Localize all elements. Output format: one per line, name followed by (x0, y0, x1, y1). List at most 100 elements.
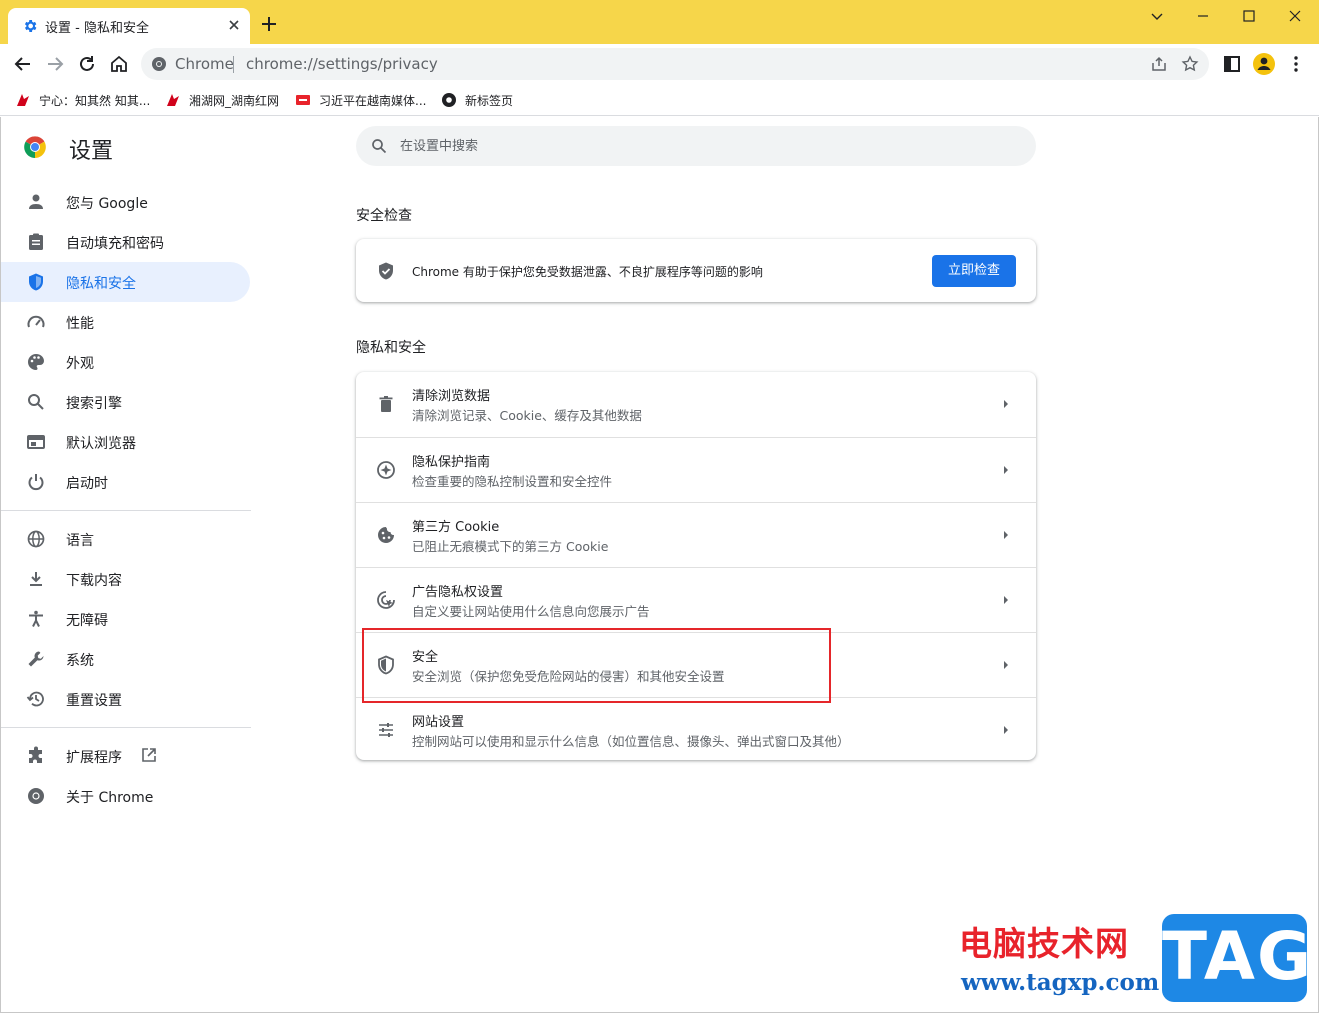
bookmark-item[interactable]: 宁心：知其然 知其... (15, 91, 150, 109)
toolbar: Chrome chrome://settings/privacy (0, 44, 1319, 84)
trash-icon (379, 396, 393, 412)
sidebar-item-downloads[interactable]: 下载内容 (1, 559, 250, 599)
active-tab[interactable]: 设置 - 隐私和安全 (8, 8, 250, 44)
sidebar-item-label: 下载内容 (66, 573, 122, 589)
sidebar-item-system[interactable]: 系统 (1, 639, 250, 679)
watermark-url: www.tagxp.com (961, 969, 1160, 996)
sidebar-item-label: 重置设置 (66, 693, 122, 709)
row-title: 第三方 Cookie (412, 520, 500, 535)
more-menu-icon[interactable] (1285, 53, 1307, 75)
sidebar-item-accessibility[interactable]: 无障碍 (1, 599, 250, 639)
clipboard-icon (29, 233, 43, 250)
search-icon (372, 139, 387, 154)
row-title: 广告隐私权设置 (412, 585, 504, 600)
maximize-icon[interactable] (1239, 6, 1259, 26)
chrome-icon (28, 788, 44, 804)
ad-privacy-row[interactable]: 广告隐私权设置 自定义要让网站使用什么信息向您展示广告 (356, 567, 1036, 632)
sidebar-item-autofill[interactable]: 自动填充和密码 (1, 222, 250, 262)
rednet-logo-icon (17, 94, 29, 106)
rednet-logo-icon (167, 94, 179, 106)
row-title: 安全 (412, 650, 439, 665)
site-settings-row[interactable]: 网站设置 控制网站可以使用和显示什么信息（如位置信息、摄像头、弹出式窗口及其他） (356, 697, 1036, 762)
sidebar-item-label: 无障碍 (66, 613, 108, 629)
profile-avatar-icon[interactable] (1253, 53, 1275, 75)
close-tab-icon[interactable] (226, 17, 242, 33)
search-icon (28, 394, 44, 410)
sidebar-item-label: 关于 Chrome (66, 790, 154, 806)
sidebar-divider (1, 727, 251, 728)
chevron-right-icon (1004, 726, 1008, 734)
chevron-right-icon (1004, 400, 1008, 408)
url-text[interactable]: chrome://settings/privacy (246, 55, 438, 73)
palette-icon (28, 354, 44, 370)
sidebar-item-privacy[interactable]: 隐私和安全 (1, 262, 250, 302)
history-icon (26, 691, 44, 707)
chevron-right-icon (1004, 596, 1008, 604)
sidebar-item-extensions[interactable]: 扩展程序 (1, 736, 250, 776)
download-icon (30, 572, 42, 586)
site-label: Chrome (175, 55, 234, 73)
sidebar-item-label: 外观 (66, 356, 94, 372)
sidebar-item-reset[interactable]: 重置设置 (1, 679, 250, 719)
address-bar[interactable]: Chrome chrome://settings/privacy (141, 48, 1209, 80)
row-subtitle: 已阻止无痕模式下的第三方 Cookie (412, 539, 609, 554)
tab-title: 设置 - 隐私和安全 (45, 21, 149, 36)
row-title: 网站设置 (412, 715, 465, 730)
close-window-icon[interactable] (1285, 6, 1305, 26)
bookmark-label: 湘湖网_湖南红网 (189, 93, 280, 108)
sidebar-item-you-and-google[interactable]: 您与 Google (1, 182, 250, 222)
sidebar-item-performance[interactable]: 性能 (1, 302, 250, 342)
speedometer-icon (27, 315, 45, 328)
sidebar-item-default-browser[interactable]: 默认浏览器 (1, 422, 250, 462)
settings-search[interactable] (356, 126, 1036, 166)
forward-arrow-icon[interactable] (44, 53, 66, 75)
person-icon (29, 194, 43, 209)
sidebar-item-about-chrome[interactable]: 关于 Chrome (1, 776, 250, 816)
third-party-cookies-row[interactable]: 第三方 Cookie 已阻止无痕模式下的第三方 Cookie (356, 502, 1036, 567)
bookmark-item[interactable]: 习近平在越南媒体... (295, 91, 426, 109)
bookmark-label: 习近平在越南媒体... (319, 93, 427, 108)
privacy-guide-row[interactable]: 隐私保护指南 检查重要的隐私控制设置和安全控件 (356, 437, 1036, 502)
sidebar-item-label: 扩展程序 (66, 750, 122, 766)
bookmark-item[interactable]: 湘湖网_湖南红网 (165, 91, 279, 109)
minimize-icon[interactable] (1193, 6, 1213, 26)
sidebar-item-appearance[interactable]: 外观 (1, 342, 250, 382)
tab-search-chevron-icon[interactable] (1147, 6, 1167, 26)
chrome-site-icon (152, 57, 166, 71)
chrome-logo-icon (24, 136, 46, 158)
row-title: 隐私保护指南 (412, 455, 491, 470)
privacy-card: 清除浏览数据 清除浏览记录、Cookie、缓存及其他数据 隐私保护指南 检查重要… (356, 372, 1036, 760)
sidebar-item-label: 自动填充和密码 (66, 236, 164, 252)
safety-check-card: Chrome 有助于保护您免受数据泄露、不良扩展程序等问题的影响 立即检查 (356, 239, 1036, 302)
bookmark-item[interactable]: 新标签页 (441, 91, 513, 109)
row-subtitle: 检查重要的隐私控制设置和安全控件 (412, 474, 613, 489)
back-arrow-icon[interactable] (12, 53, 34, 75)
clear-browsing-data-row[interactable]: 清除浏览数据 清除浏览记录、Cookie、缓存及其他数据 (356, 372, 1036, 437)
sidebar-item-search-engine[interactable]: 搜索引擎 (1, 382, 250, 422)
watermark-text: 电脑技术网 (959, 924, 1129, 963)
side-panel-icon[interactable] (1221, 53, 1243, 75)
home-icon[interactable] (108, 53, 130, 75)
reload-icon[interactable] (76, 53, 98, 75)
chrome-newtab-icon (442, 93, 456, 107)
new-tab-icon[interactable] (260, 15, 278, 33)
row-subtitle: 清除浏览记录、Cookie、缓存及其他数据 (412, 408, 642, 423)
power-icon (28, 474, 44, 491)
sidebar-item-label: 语言 (66, 533, 94, 549)
share-icon[interactable] (1150, 55, 1168, 73)
search-input[interactable] (400, 126, 1020, 166)
cookie-icon (378, 527, 394, 543)
wrench-icon (28, 651, 44, 667)
chevron-right-icon (1004, 466, 1008, 474)
sidebar-item-on-startup[interactable]: 启动时 (1, 462, 250, 502)
browser-icon (27, 435, 45, 449)
compass-icon (377, 461, 395, 479)
row-subtitle: 自定义要让网站使用什么信息向您展示广告 (412, 604, 650, 619)
bookmark-star-icon[interactable] (1181, 55, 1199, 73)
sidebar-item-languages[interactable]: 语言 (1, 519, 250, 559)
globe-icon (27, 530, 45, 548)
bookmark-label: 宁心：知其然 知其... (39, 93, 151, 108)
check-now-button[interactable]: 立即检查 (932, 255, 1016, 287)
security-row[interactable]: 安全 安全浏览（保护您免受危险网站的侵害）和其他安全设置 (356, 632, 1036, 697)
safety-check-heading: 安全检查 (356, 208, 412, 224)
